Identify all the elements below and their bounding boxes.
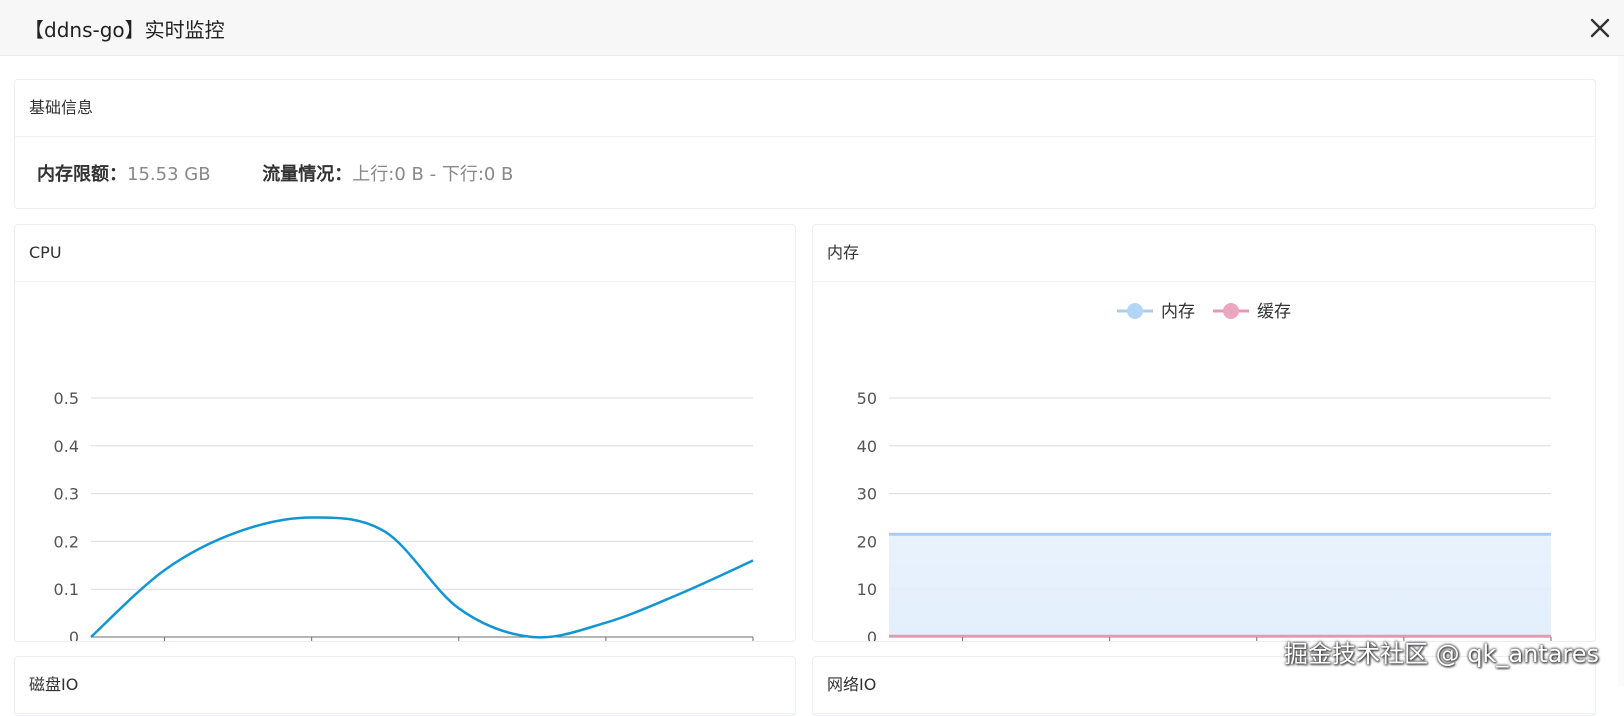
basic-info-panel: 基础信息 内存限额：15.53 GB 流量情况：上行:0 B - 下行:0 B [14,79,1596,209]
y-tick-label: 40 [857,437,877,456]
legend-cache-label: 缓存 [1257,302,1291,322]
watermark: 掘金技术社区 @ qk_antares [1284,640,1600,668]
y-tick-label: 10 [857,580,877,599]
y-tick-label: 50 [857,389,877,408]
y-tick-label: 0 [69,628,79,641]
memory-panel: 内存 0102030405008:21:0408:21:0608:21:0808… [812,224,1596,642]
y-tick-label: 0.3 [54,485,79,504]
dialog-header: 【ddns-go】实时监控 [0,0,1624,56]
y-tick-label: 0.5 [54,389,79,408]
legend-cache-marker [1223,303,1239,319]
basic-info-title: 基础信息 [15,80,1595,137]
memory-limit-item: 内存限额：15.53 GB [37,160,211,186]
close-button[interactable] [1584,12,1616,44]
legend-memory-label: 内存 [1161,302,1195,322]
basic-info-row: 内存限额：15.53 GB 流量情况：上行:0 B - 下行:0 B [37,160,559,186]
y-tick-label: 0.1 [54,580,79,599]
cpu-series-line [90,516,754,639]
memory-limit-label: 内存限额： [37,164,127,185]
traffic-item: 流量情况：上行:0 B - 下行:0 B [262,160,513,186]
disk-io-panel: 磁盘IO [14,656,796,716]
memory-series-area [889,534,1551,637]
scrollbar-track[interactable] [1618,56,1624,686]
y-tick-label: 0.4 [54,437,79,456]
y-tick-label: 20 [857,532,877,551]
legend-memory-marker [1127,303,1143,319]
cpu-chart: 00.10.20.30.40.508:21:0408:21:0608:21:08… [54,389,754,641]
close-icon [1590,18,1610,38]
cpu-panel-title: CPU [15,225,795,282]
memory-limit-value: 15.53 GB [127,164,211,185]
y-tick-label: 30 [857,485,877,504]
y-tick-label: 0.2 [54,532,79,551]
memory-panel-title: 内存 [813,225,1595,282]
dialog-title: 【ddns-go】实时监控 [24,18,225,42]
cpu-panel: CPU 00.10.20.30.40.508:21:0408:21:0608:2… [14,224,796,642]
traffic-value: 上行:0 B - 下行:0 B [352,164,514,185]
y-tick-label: 0 [867,628,877,641]
memory-chart: 0102030405008:21:0408:21:0608:21:0808:21… [857,302,1552,641]
traffic-label: 流量情况： [262,164,353,185]
